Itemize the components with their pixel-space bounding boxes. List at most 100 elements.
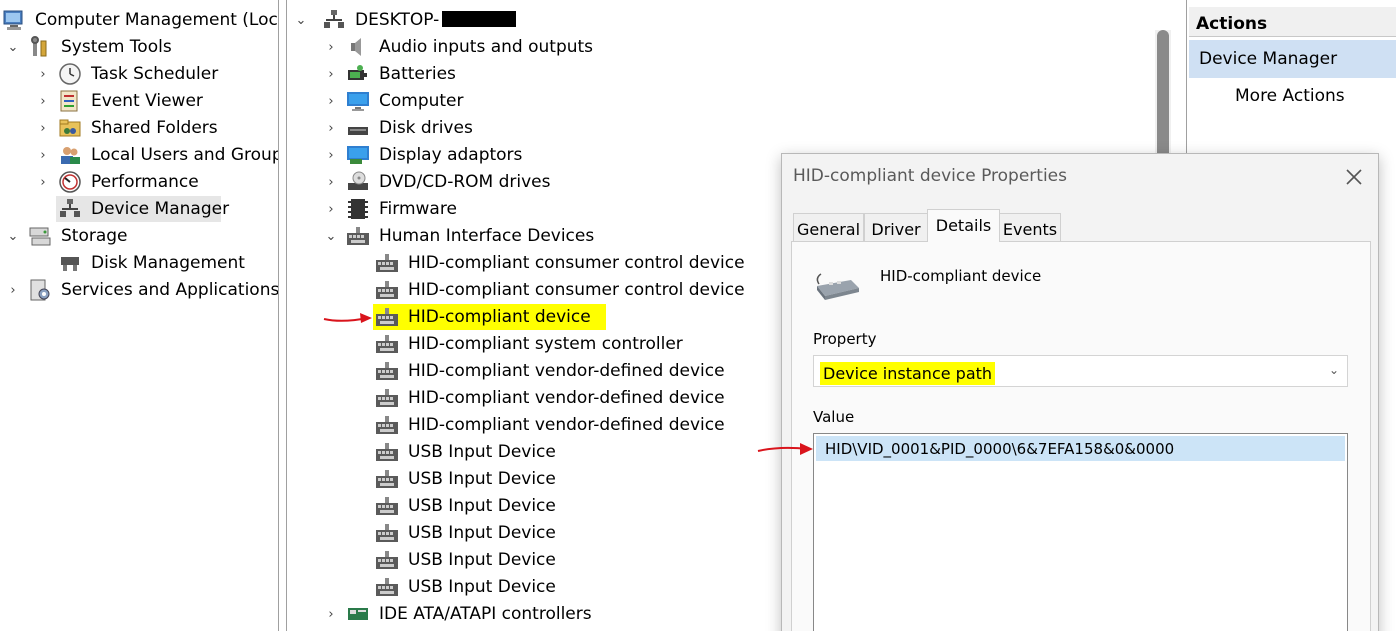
tree-item-system-tools[interactable]: ⌄ System Tools <box>6 34 175 60</box>
chevron-right-icon[interactable]: › <box>324 202 338 217</box>
tree-label: Shared Folders <box>91 118 218 138</box>
tree-item-disk-management[interactable]: Disk Management <box>58 250 248 276</box>
hid-icon <box>375 575 399 599</box>
hid-icon <box>375 467 399 491</box>
tree-label: USB Input Device <box>408 523 556 543</box>
tree-item-device-manager[interactable]: Device Manager <box>56 196 229 222</box>
tree-item-ide-controllers[interactable]: › IDE ATA/ATAPI controllers <box>324 601 595 627</box>
value-list-item[interactable]: HID\VID_0001&PID_0000\6&7EFA158&0&0000 <box>816 436 1345 461</box>
console-tree-pane: Computer Management (Local) ⌄ System Too… <box>0 0 279 631</box>
chevron-right-icon[interactable]: › <box>324 175 338 190</box>
tree-item-computer-root[interactable]: ⌄ DESKTOP- <box>294 7 517 33</box>
hid-device-item[interactable]: HID-compliant device <box>373 304 606 330</box>
hid-device-item[interactable]: USB Input Device <box>373 520 559 546</box>
hid-device-item[interactable]: USB Input Device <box>373 439 559 465</box>
chevron-down-icon[interactable]: ⌄ <box>324 229 338 244</box>
value-label: Value <box>813 408 855 426</box>
hid-device-item[interactable]: USB Input Device <box>373 574 559 600</box>
monitor-icon <box>346 89 370 113</box>
hid-icon <box>375 332 399 356</box>
close-icon[interactable] <box>1340 164 1368 190</box>
tree-item-services-applications[interactable]: › Services and Applications <box>6 277 279 303</box>
hid-icon <box>375 305 399 329</box>
tree-item-event-viewer[interactable]: › Event Viewer <box>36 88 206 114</box>
value-list[interactable]: HID\VID_0001&PID_0000\6&7EFA158&0&0000 <box>813 433 1348 631</box>
speaker-icon <box>346 35 370 59</box>
tree-item-performance[interactable]: › Performance <box>36 169 202 195</box>
tree-item-storage[interactable]: ⌄ Storage <box>6 223 131 249</box>
chevron-down-icon[interactable]: ⌄ <box>6 229 20 244</box>
hid-device-item[interactable]: HID-compliant consumer control device <box>373 250 748 276</box>
tree-item-dvd-drives[interactable]: › DVD/CD-ROM drives <box>324 169 553 195</box>
tab-details[interactable]: Details <box>927 209 1000 242</box>
tree-label: Batteries <box>379 64 456 84</box>
chevron-down-icon: ⌄ <box>1328 363 1339 377</box>
hid-device-item[interactable]: HID-compliant vendor-defined device <box>373 385 728 411</box>
storage-icon <box>28 224 52 248</box>
tree-label: Services and Applications <box>61 280 279 300</box>
tree-label: Performance <box>91 172 199 192</box>
hid-device-item[interactable]: HID-compliant vendor-defined device <box>373 358 728 384</box>
chevron-right-icon[interactable]: › <box>324 607 338 622</box>
tree-item-audio[interactable]: › Audio inputs and outputs <box>324 34 596 60</box>
chevron-right-icon[interactable]: › <box>36 94 50 109</box>
tab-events[interactable]: Events <box>999 213 1061 242</box>
tree-item-shared-folders[interactable]: › Shared Folders <box>36 115 221 141</box>
chevron-right-icon[interactable]: › <box>324 148 338 163</box>
tree-label: IDE ATA/ATAPI controllers <box>379 604 592 624</box>
annotation-arrow-icon <box>757 443 813 455</box>
ide-controller-icon <box>346 602 370 626</box>
tree-label: Task Scheduler <box>91 64 219 84</box>
tree-item-local-users[interactable]: › Local Users and Groups <box>36 142 278 168</box>
actions-device-manager[interactable]: Device Manager <box>1189 40 1396 78</box>
computer-network-icon <box>322 8 346 32</box>
computer-name: DESKTOP- <box>355 10 440 30</box>
clock-icon <box>58 62 82 86</box>
hid-device-item[interactable]: USB Input Device <box>373 493 559 519</box>
tree-label: Firmware <box>379 199 457 219</box>
hid-icon <box>375 521 399 545</box>
chevron-right-icon[interactable]: › <box>324 94 338 109</box>
tab-driver[interactable]: Driver <box>864 213 928 242</box>
chevron-right-icon[interactable]: › <box>6 283 20 298</box>
tab-general[interactable]: General <box>793 213 864 242</box>
disk-management-icon <box>58 251 82 275</box>
tree-item-human-interface-devices[interactable]: ⌄ Human Interface Devices <box>324 223 597 249</box>
annotation-arrow-icon <box>323 313 372 323</box>
tree-item-task-scheduler[interactable]: › Task Scheduler <box>36 61 221 87</box>
hid-device-item[interactable]: USB Input Device <box>373 547 559 573</box>
tree-item-batteries[interactable]: › Batteries <box>324 61 459 87</box>
tree-item-display-adaptors[interactable]: › Display adaptors <box>324 142 525 168</box>
tree-label: Audio inputs and outputs <box>379 37 594 57</box>
tree-item-disk-drives[interactable]: › Disk drives <box>324 115 476 141</box>
hid-icon <box>346 224 370 248</box>
tree-item-computer[interactable]: › Computer <box>324 88 467 114</box>
services-icon <box>28 278 52 302</box>
hid-device-item[interactable]: HID-compliant vendor-defined device <box>373 412 728 438</box>
tree-item-firmware[interactable]: › Firmware <box>324 196 460 222</box>
chevron-right-icon[interactable]: › <box>36 67 50 82</box>
chevron-right-icon[interactable]: › <box>36 175 50 190</box>
chevron-right-icon[interactable]: › <box>36 121 50 136</box>
hid-device-item[interactable]: HID-compliant system controller <box>373 331 686 357</box>
users-icon <box>58 143 82 167</box>
tree-item-computer-management[interactable]: Computer Management (Local) <box>2 7 278 33</box>
chevron-down-icon[interactable]: ⌄ <box>6 40 20 55</box>
hid-device-item[interactable]: HID-compliant consumer control device <box>373 277 748 303</box>
hid-icon <box>375 494 399 518</box>
hid-device-item[interactable]: USB Input Device <box>373 466 559 492</box>
computer-management-icon <box>2 8 26 32</box>
chevron-down-icon[interactable]: ⌄ <box>294 13 308 28</box>
chevron-right-icon[interactable]: › <box>324 67 338 82</box>
chevron-right-icon[interactable]: › <box>324 121 338 136</box>
more-actions-link[interactable]: More Actions <box>1235 86 1345 106</box>
chevron-right-icon[interactable]: › <box>324 40 338 55</box>
hid-icon <box>375 278 399 302</box>
chevron-right-icon[interactable]: › <box>36 148 50 163</box>
tree-label: Disk Management <box>91 253 245 273</box>
device-manager-icon <box>58 197 82 221</box>
battery-icon <box>346 62 370 86</box>
property-label: Property <box>813 330 877 348</box>
optical-drive-icon <box>346 170 370 194</box>
property-dropdown[interactable]: Device instance path ⌄ <box>813 355 1348 387</box>
